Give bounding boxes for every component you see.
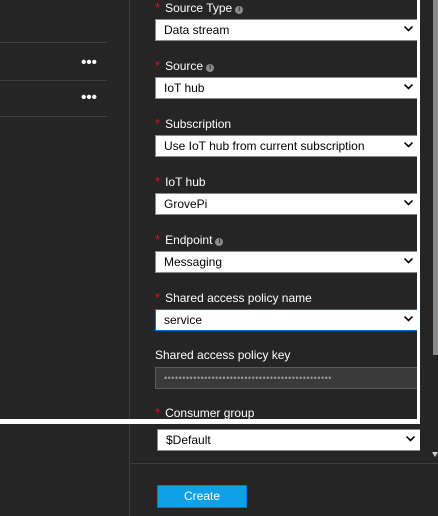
required-marker: * <box>155 405 161 420</box>
left-pane: ••• ••• <box>0 0 130 516</box>
policy-key-field: ••••••••••••••••••••••••••••••••••••••••… <box>155 367 419 389</box>
endpoint-select[interactable]: Messaging <box>155 251 419 273</box>
more-options-button[interactable]: ••• <box>78 90 100 109</box>
chevron-down-icon <box>404 26 413 34</box>
source-type-label: * Source Type i <box>155 0 244 15</box>
chevron-down-icon <box>404 84 413 92</box>
scroll-down-icon[interactable] <box>432 452 438 457</box>
chevron-down-icon <box>406 436 415 444</box>
chevron-down-icon <box>404 200 413 208</box>
list-divider <box>0 80 107 81</box>
more-icon: ••• <box>81 89 97 106</box>
source-label: * Source i <box>155 58 215 73</box>
info-icon[interactable]: i <box>235 6 244 14</box>
consumer-group-label: * Consumer group <box>155 405 255 420</box>
chevron-down-icon <box>404 258 413 266</box>
endpoint-label: * Endpoint i <box>155 232 224 247</box>
consumer-group-select[interactable]: $Default <box>157 429 421 451</box>
required-marker: * <box>155 0 161 15</box>
highlight-frame-bottom <box>0 419 420 424</box>
required-marker: * <box>155 116 161 131</box>
iot-hub-label: * IoT hub <box>155 174 206 189</box>
more-options-button[interactable]: ••• <box>78 55 100 74</box>
info-icon[interactable]: i <box>215 238 224 246</box>
iot-hub-select[interactable]: GrovePi <box>155 193 419 215</box>
footer-divider <box>131 463 438 464</box>
list-divider <box>0 42 107 43</box>
subscription-select[interactable]: Use IoT hub from current subscription <box>155 135 419 157</box>
more-icon: ••• <box>81 54 97 71</box>
policy-key-label: Shared access policy key <box>155 348 291 362</box>
required-marker: * <box>155 290 161 305</box>
chevron-down-icon <box>404 142 413 150</box>
policy-name-select[interactable]: service <box>155 309 419 331</box>
chevron-down-icon <box>404 316 413 324</box>
subscription-label: * Subscription <box>155 116 232 131</box>
policy-name-label: * Shared access policy name <box>155 290 312 305</box>
source-select[interactable]: IoT hub <box>155 77 419 99</box>
required-marker: * <box>155 232 161 247</box>
info-icon[interactable]: i <box>206 64 215 72</box>
source-type-select[interactable]: Data stream <box>155 19 419 41</box>
required-marker: * <box>155 58 161 73</box>
list-divider <box>0 116 107 117</box>
required-marker: * <box>155 174 161 189</box>
scrollbar-thumb[interactable] <box>433 0 438 355</box>
create-button[interactable]: Create <box>157 485 247 508</box>
